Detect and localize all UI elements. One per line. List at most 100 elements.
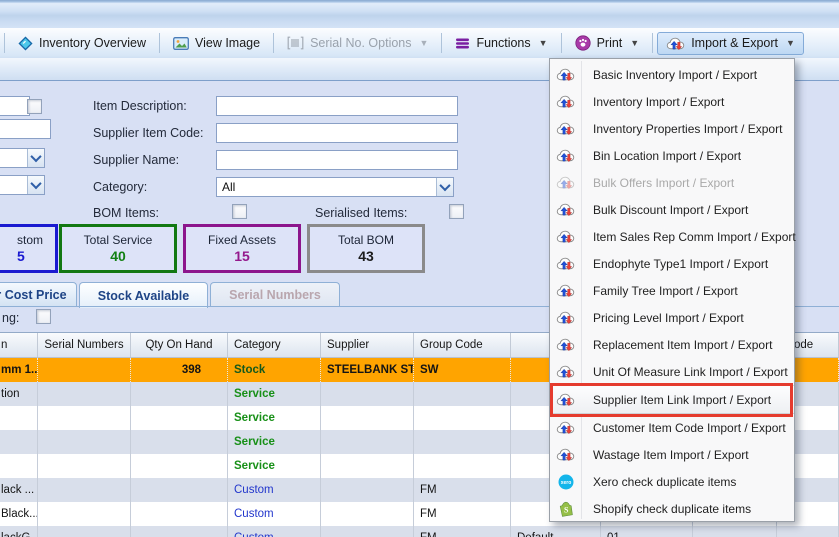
table-cell[interactable] [131, 382, 228, 406]
menu-item-customer-item-code-import-export[interactable]: Customer Item Code Import / Export [550, 414, 794, 441]
table-cell[interactable] [38, 454, 131, 478]
table-cell[interactable]: STEELBANK ST... [321, 358, 414, 382]
table-cell[interactable] [321, 430, 414, 454]
grid-header-cell[interactable]: Category [228, 333, 321, 357]
item-description-input[interactable] [216, 96, 458, 116]
grouping-checkbox[interactable] [36, 309, 51, 324]
table-cell[interactable]: SW [414, 358, 511, 382]
menu-item-basic-inventory-import-export[interactable]: Basic Inventory Import / Export [550, 61, 794, 88]
table-cell[interactable] [693, 526, 777, 537]
cloud-sync-icon [550, 392, 581, 407]
table-cell[interactable] [38, 526, 131, 537]
table-cell[interactable] [38, 406, 131, 430]
table-cell[interactable] [321, 502, 414, 526]
table-cell[interactable] [777, 526, 839, 537]
table-cell[interactable] [321, 478, 414, 502]
table-cell[interactable] [38, 382, 131, 406]
left-cropped-input-2[interactable] [0, 119, 51, 139]
left-cropped-combobox-2[interactable] [0, 175, 45, 195]
table-cell[interactable] [38, 502, 131, 526]
grid-header-cell[interactable]: Serial Numbers [38, 333, 131, 357]
table-cell[interactable] [321, 406, 414, 430]
inventory-overview-button[interactable]: Inventory Overview [9, 32, 155, 55]
table-cell[interactable]: Stock [228, 358, 321, 382]
menu-item-replacement-item-import-export[interactable]: Replacement Item Import / Export [550, 331, 794, 358]
table-cell[interactable]: Black... [0, 502, 38, 526]
table-row[interactable]: lackG Custom FM Default 01 [0, 526, 839, 537]
menu-item-shopify-check-duplicate-items[interactable]: Shopify check duplicate items [550, 495, 794, 522]
table-cell[interactable]: Service [228, 454, 321, 478]
chevron-down-icon: ▼ [630, 38, 640, 48]
menu-item-supplier-item-link-import-export[interactable]: Supplier Item Link Import / Export [550, 383, 794, 417]
table-cell[interactable]: Custom [228, 526, 321, 537]
menu-item-family-tree-import-export[interactable]: Family Tree Import / Export [550, 277, 794, 304]
table-cell[interactable]: Default [511, 526, 601, 537]
table-cell[interactable]: Service [228, 430, 321, 454]
table-cell[interactable]: FM [414, 526, 511, 537]
menu-item-wastage-item-import-export[interactable]: Wastage Item Import / Export [550, 441, 794, 468]
table-cell[interactable]: 398 [131, 358, 228, 382]
menu-item-item-sales-rep-comm-import-export[interactable]: Item Sales Rep Comm Import / Export [550, 223, 796, 250]
table-cell[interactable] [38, 358, 131, 382]
menu-item-endophyte-type1-import-export[interactable]: Endophyte Type1 Import / Export [550, 250, 794, 277]
menu-item-label: Bulk Discount Import / Export [593, 202, 749, 217]
table-cell[interactable]: FM [414, 502, 511, 526]
menu-item-xero-check-duplicate-items[interactable]: Xero check duplicate items [550, 468, 794, 495]
combo-dropdown-button[interactable] [436, 178, 453, 196]
table-cell[interactable]: 01 [601, 526, 693, 537]
combo-dropdown-button[interactable] [27, 176, 44, 194]
table-cell[interactable]: lack ... [0, 478, 38, 502]
table-cell[interactable] [414, 382, 511, 406]
tab-stock-available[interactable]: Stock Available [79, 282, 208, 308]
table-cell[interactable]: tion [0, 382, 38, 406]
table-cell[interactable] [131, 406, 228, 430]
grid-header-cell[interactable]: Group Code [414, 333, 511, 357]
table-cell[interactable] [414, 454, 511, 478]
combo-dropdown-button[interactable] [27, 149, 44, 167]
menu-item-unit-of-measure-link-import-export[interactable]: Unit Of Measure Link Import / Export [550, 358, 794, 385]
table-cell[interactable] [131, 502, 228, 526]
grid-header-cell[interactable]: Supplier [321, 333, 414, 357]
table-cell[interactable]: Service [228, 406, 321, 430]
table-cell[interactable] [131, 526, 228, 537]
menu-item-inventory-properties-import-export[interactable]: Inventory Properties Import / Export [550, 115, 794, 142]
table-cell[interactable] [0, 406, 38, 430]
functions-button[interactable]: Functions ▼ [446, 32, 556, 54]
table-cell[interactable]: lackG [0, 526, 38, 537]
table-cell[interactable] [321, 454, 414, 478]
left-cropped-checkbox[interactable] [27, 99, 42, 114]
table-cell[interactable]: Custom [228, 502, 321, 526]
supplier-name-input[interactable] [216, 150, 458, 170]
category-combobox[interactable]: All [216, 177, 454, 197]
table-cell[interactable] [38, 430, 131, 454]
table-cell[interactable] [414, 430, 511, 454]
table-cell[interactable] [131, 430, 228, 454]
print-button[interactable]: Print ▼ [566, 31, 649, 55]
table-cell[interactable] [414, 406, 511, 430]
table-cell[interactable] [0, 430, 38, 454]
supplier-item-code-input[interactable] [216, 123, 458, 143]
table-cell[interactable]: FM [414, 478, 511, 502]
grid-header-cell[interactable]: Qty On Hand [131, 333, 228, 357]
left-cropped-input-1[interactable] [0, 96, 30, 116]
bom-items-checkbox[interactable] [232, 204, 247, 219]
view-image-button[interactable]: View Image [164, 32, 269, 54]
serialised-items-checkbox[interactable] [449, 204, 464, 219]
menu-item-pricing-level-import-export[interactable]: Pricing Level Import / Export [550, 304, 794, 331]
menu-item-bulk-discount-import-export[interactable]: Bulk Discount Import / Export [550, 196, 794, 223]
menu-item-bin-location-import-export[interactable]: Bin Location Import / Export [550, 142, 794, 169]
table-cell[interactable] [0, 454, 38, 478]
grid-header-cell[interactable]: n [0, 333, 38, 357]
table-cell[interactable] [131, 478, 228, 502]
table-cell[interactable] [38, 478, 131, 502]
table-cell[interactable]: Custom [228, 478, 321, 502]
table-cell[interactable] [321, 382, 414, 406]
table-cell[interactable]: Service [228, 382, 321, 406]
table-cell[interactable] [321, 526, 414, 537]
table-cell[interactable] [131, 454, 228, 478]
tab-cost-price[interactable]: r Cost Price [0, 282, 77, 307]
import-export-button[interactable]: Import & Export ▼ [657, 31, 804, 55]
menu-item-inventory-import-export[interactable]: Inventory Import / Export [550, 88, 794, 115]
table-cell[interactable]: mm 1... [0, 358, 38, 382]
left-cropped-combobox-1[interactable] [0, 148, 45, 168]
